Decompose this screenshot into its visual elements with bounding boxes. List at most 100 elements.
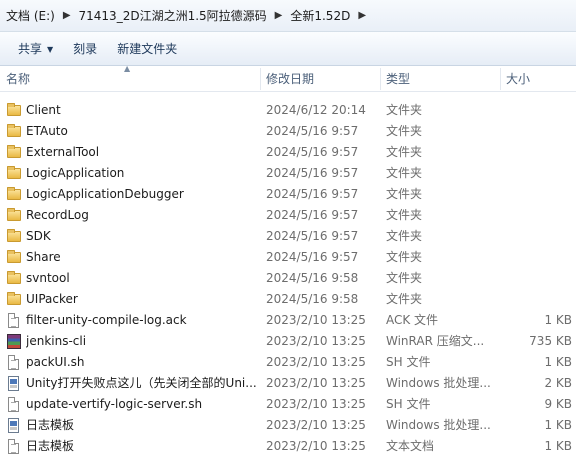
batch-file-icon xyxy=(6,415,22,436)
file-name: packUI.sh xyxy=(26,355,85,369)
column-type-header[interactable]: 类型 xyxy=(380,66,500,91)
share-button[interactable]: 共享 ▼ xyxy=(0,32,63,66)
breadcrumb-current[interactable]: 全新1.52D xyxy=(288,7,352,24)
column-size-header[interactable]: 大小 xyxy=(500,66,576,91)
file-name: filter-unity-compile-log.ack xyxy=(26,313,187,327)
file-row[interactable]: Unity打开失败点这儿（先关闭全部的Uni... 2023/2/10 13:25… xyxy=(0,373,576,394)
text-document-icon xyxy=(6,436,22,457)
file-row[interactable]: svntool 2024/5/16 9:58 文件夹 xyxy=(0,268,576,289)
file-row[interactable]: packUI.sh 2023/2/10 13:25 SH 文件 1 KB xyxy=(0,352,576,373)
file-date: 2024/5/16 9:57 xyxy=(266,208,359,222)
file-type: 文件夹 xyxy=(386,166,423,180)
file-row[interactable]: filter-unity-compile-log.ack 2023/2/10 13… xyxy=(0,310,576,331)
file-date: 2023/2/10 13:25 xyxy=(266,418,366,432)
file-name: svntool xyxy=(26,271,70,285)
column-date-header[interactable]: 修改日期 xyxy=(260,66,380,91)
file-date: 2024/5/16 9:57 xyxy=(266,124,359,138)
file-type: 文件夹 xyxy=(386,187,423,201)
file-name: RecordLog xyxy=(26,208,89,222)
folder-icon xyxy=(6,142,22,163)
file-row[interactable]: LogicApplicationDebugger 2024/5/16 9:57 文件… xyxy=(0,184,576,205)
document-icon xyxy=(6,310,22,331)
file-date: 2024/5/16 9:57 xyxy=(266,145,359,159)
file-name: UIPacker xyxy=(26,292,78,306)
column-header: ▲ 名称 修改日期 类型 大小 xyxy=(0,64,576,92)
file-name: LogicApplicationDebugger xyxy=(26,187,184,201)
file-name: Client xyxy=(26,103,61,117)
file-row[interactable]: Client 2024/6/12 20:14 文件夹 xyxy=(0,100,576,121)
folder-icon xyxy=(6,121,22,142)
file-name: jenkins-cli xyxy=(26,334,87,348)
file-name: Unity打开失败点这儿（先关闭全部的Uni... xyxy=(26,376,256,390)
file-date: 2024/5/16 9:58 xyxy=(266,271,359,285)
file-date: 2024/5/16 9:58 xyxy=(266,292,359,306)
file-type: 文件夹 xyxy=(386,292,423,306)
address-bar[interactable]: 文档 (E:) ▶ 71413_2D江湖之洲1.5阿拉德源码 ▶ 全新1.52D… xyxy=(0,0,576,32)
file-date: 2024/5/16 9:57 xyxy=(266,250,359,264)
file-date: 2023/2/10 13:25 xyxy=(266,334,366,348)
burn-button[interactable]: 刻录 xyxy=(63,32,107,66)
folder-icon xyxy=(6,184,22,205)
file-row[interactable]: jenkins-cli 2023/2/10 13:25 WinRAR 压缩文... 7… xyxy=(0,331,576,352)
file-type: ACK 文件 xyxy=(386,313,439,327)
file-row[interactable]: ExternalTool 2024/5/16 9:57 文件夹 xyxy=(0,142,576,163)
file-name: LogicApplication xyxy=(26,166,125,180)
file-type: SH 文件 xyxy=(386,355,431,369)
file-row[interactable]: LogicApplication 2024/5/16 9:57 文件夹 xyxy=(0,163,576,184)
file-size: 9 KB xyxy=(544,397,572,411)
file-size: 1 KB xyxy=(544,355,572,369)
file-name: 日志模板 xyxy=(26,439,75,453)
file-size: 735 KB xyxy=(529,334,572,348)
file-name: update-vertify-logic-server.sh xyxy=(26,397,203,411)
breadcrumb-separator-icon[interactable]: ▶ xyxy=(269,10,289,21)
file-row[interactable]: SDK 2024/5/16 9:57 文件夹 xyxy=(0,226,576,247)
file-name: 日志模板 xyxy=(26,418,75,432)
file-row[interactable]: Share 2024/5/16 9:57 文件夹 xyxy=(0,247,576,268)
breadcrumb-project[interactable]: 71413_2D江湖之洲1.5阿拉德源码 xyxy=(77,7,269,24)
file-type: 文件夹 xyxy=(386,145,423,159)
file-date: 2023/2/10 13:25 xyxy=(266,397,366,411)
document-icon xyxy=(6,394,22,415)
folder-icon xyxy=(6,100,22,121)
folder-icon xyxy=(6,205,22,226)
file-row[interactable]: 日志模板 2023/2/10 13:25 Windows 批处理... 1 KB xyxy=(0,415,576,436)
file-date: 2024/5/16 9:57 xyxy=(266,166,359,180)
file-type: SH 文件 xyxy=(386,397,431,411)
file-row[interactable]: update-vertify-logic-server.sh 2023/2/10 … xyxy=(0,394,576,415)
document-icon xyxy=(6,352,22,373)
file-date: 2024/5/16 9:57 xyxy=(266,187,359,201)
file-row[interactable]: RecordLog 2024/5/16 9:57 文件夹 xyxy=(0,205,576,226)
folder-icon xyxy=(6,163,22,184)
file-date: 2023/2/10 13:25 xyxy=(266,313,366,327)
breadcrumb-separator-icon[interactable]: ▶ xyxy=(352,10,372,21)
file-type: 文件夹 xyxy=(386,229,423,243)
column-name-header[interactable]: 名称 xyxy=(0,66,260,91)
file-date: 2023/2/10 13:25 xyxy=(266,376,366,390)
file-type: 文件夹 xyxy=(386,103,423,117)
chevron-down-icon: ▼ xyxy=(47,44,54,54)
file-date: 2023/2/10 13:25 xyxy=(266,355,366,369)
winrar-archive-icon xyxy=(6,331,22,352)
folder-icon xyxy=(6,289,22,310)
file-name: ExternalTool xyxy=(26,145,100,159)
breadcrumb-drive[interactable]: 文档 (E:) xyxy=(4,7,57,24)
folder-icon xyxy=(6,247,22,268)
file-type: 文件夹 xyxy=(386,208,423,222)
command-bar: 共享 ▼ 刻录 新建文件夹 xyxy=(0,32,576,66)
new-folder-button[interactable]: 新建文件夹 xyxy=(107,32,187,66)
folder-icon xyxy=(6,226,22,247)
share-label: 共享 xyxy=(18,41,43,56)
file-row[interactable]: ETAuto 2024/5/16 9:57 文件夹 xyxy=(0,121,576,142)
file-row[interactable]: UIPacker 2024/5/16 9:58 文件夹 xyxy=(0,289,576,310)
file-date: 2024/5/16 9:57 xyxy=(266,229,359,243)
file-list: Client 2024/6/12 20:14 文件夹 ETAuto 2024/5/16 … xyxy=(0,100,576,457)
folder-icon xyxy=(6,268,22,289)
file-date: 2023/2/10 13:25 xyxy=(266,439,366,453)
file-name: ETAuto xyxy=(26,124,68,138)
file-name: Share xyxy=(26,250,61,264)
file-type: Windows 批处理... xyxy=(386,376,491,390)
file-size: 2 KB xyxy=(544,376,572,390)
file-row[interactable]: 日志模板 2023/2/10 13:25 文本文档 1 KB xyxy=(0,436,576,457)
file-size: 1 KB xyxy=(544,439,572,453)
breadcrumb-separator-icon[interactable]: ▶ xyxy=(57,10,77,21)
